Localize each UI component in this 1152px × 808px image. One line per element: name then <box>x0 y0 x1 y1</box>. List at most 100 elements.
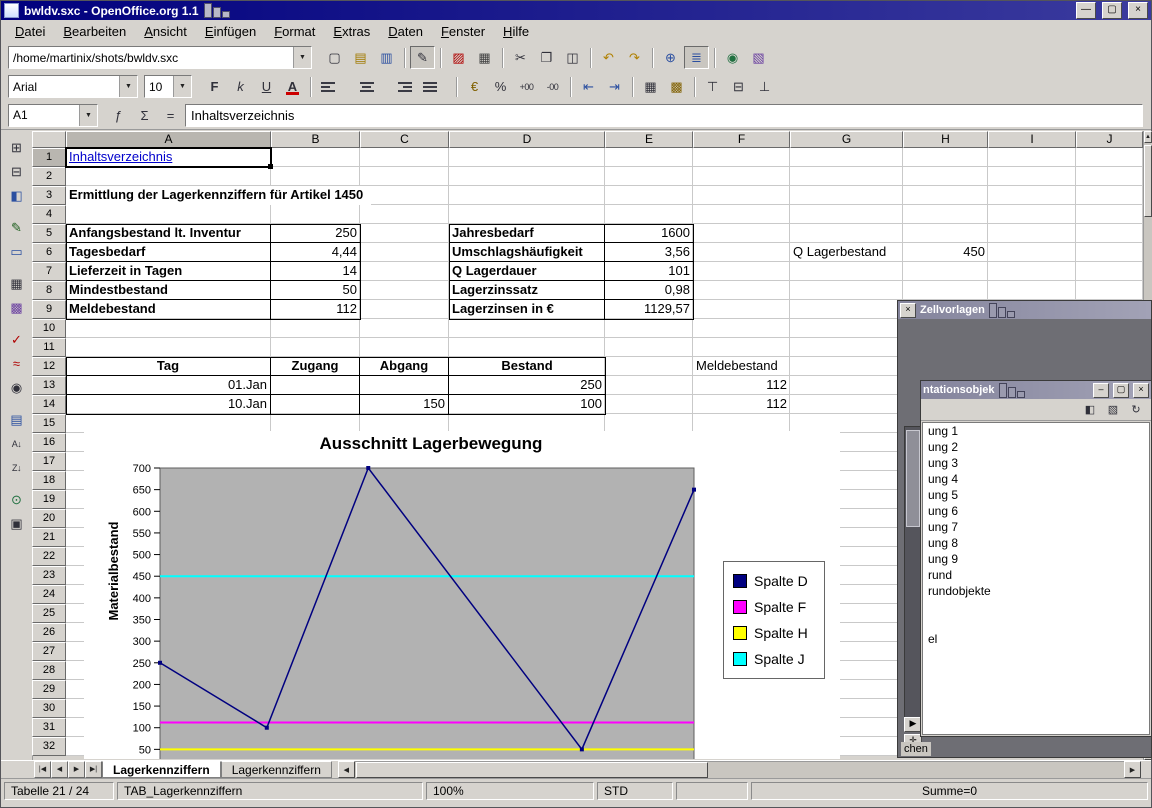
legend-label: Spalte F <box>754 599 806 615</box>
next-sheet-button[interactable]: ▶ <box>68 761 85 778</box>
style-item-3[interactable]: ung 3 <box>923 455 1149 471</box>
cell-A3[interactable]: Ermittlung der Lagerkennziffern für Arti… <box>66 186 371 205</box>
application-window: bwldv.sxc - OpenOffice.org 1.1 — ▢ × Dat… <box>0 0 1152 808</box>
cell-B9[interactable]: 112 <box>271 300 360 319</box>
cell-F14[interactable]: 112 <box>693 395 790 414</box>
sheet-tab-1[interactable]: Lagerkennziffern <box>102 761 221 778</box>
cell-E5[interactable]: 1600 <box>605 224 693 243</box>
cell-G6[interactable]: Q Lagerbestand <box>790 243 903 262</box>
presentation-styles-titlebar[interactable]: ntationsobjek – ▢ × <box>921 381 1151 399</box>
style-item-7[interactable]: ung 7 <box>923 519 1149 535</box>
horizontal-scrollbar-track[interactable] <box>355 761 1124 778</box>
chart-legend: Spalte DSpalte FSpalte HSpalte J <box>723 561 825 679</box>
styles-scrollbar-thumb[interactable] <box>906 430 920 527</box>
scroll-left-icon[interactable]: ◀ <box>338 761 355 778</box>
cell-A12[interactable]: Tag <box>66 357 271 376</box>
chart-object[interactable]: Ausschnitt Lagerbewegung Materialbestand… <box>84 431 840 759</box>
cell-C13[interactable] <box>360 376 449 395</box>
legend-swatch-icon <box>733 600 747 614</box>
style-item-4[interactable]: ung 4 <box>923 471 1149 487</box>
cell-B7[interactable]: 14 <box>271 262 360 281</box>
minimize-icon[interactable]: – <box>1093 383 1109 398</box>
vertical-scrollbar-thumb[interactable] <box>1144 145 1152 217</box>
svg-text:700: 700 <box>133 463 151 475</box>
cell-D13[interactable]: 250 <box>449 376 605 395</box>
fill-format-mode-icon[interactable]: ◧ <box>1079 400 1101 420</box>
cell-E7[interactable]: 101 <box>605 262 693 281</box>
last-sheet-button[interactable]: ▶| <box>85 761 102 778</box>
style-item-6[interactable]: ung 6 <box>923 503 1149 519</box>
previous-sheet-button[interactable]: ◀ <box>51 761 68 778</box>
zoom-level[interactable]: 100% <box>426 782 594 800</box>
cell-A13[interactable]: 01.Jan <box>66 376 271 395</box>
cell-B13[interactable] <box>271 376 360 395</box>
modified-flag <box>676 782 748 800</box>
legend-label: Spalte J <box>754 651 805 667</box>
status-bar: Tabelle 21 / 24TAB_Lagerkennziffern100%S… <box>1 778 1151 803</box>
insert-mode[interactable]: STD <box>597 782 673 800</box>
cell-F12[interactable]: Meldebestand <box>693 357 790 376</box>
cell-D14[interactable]: 100 <box>449 395 605 414</box>
bottom-tab-label: chen <box>901 742 931 756</box>
cell-A9[interactable]: Meldebestand <box>66 300 271 319</box>
style-item-11[interactable]: rundobjekte <box>923 583 1149 599</box>
maximize-icon[interactable]: ▢ <box>1113 383 1129 398</box>
svg-text:150: 150 <box>133 701 151 713</box>
cell-A8[interactable]: Mindestbestand <box>66 281 271 300</box>
legend-item: Spalte J <box>733 651 815 667</box>
style-item-10[interactable]: rund <box>923 567 1149 583</box>
cell-B12[interactable]: Zugang <box>271 357 360 376</box>
cell-B5[interactable]: 250 <box>271 224 360 243</box>
cell-styles-title: Zellvorlagen <box>920 304 985 316</box>
sheet-tab-2[interactable]: Lagerkennziffern <box>221 761 332 778</box>
cell-C14[interactable]: 150 <box>360 395 449 414</box>
cell-D12[interactable]: Bestand <box>449 357 605 376</box>
svg-text:300: 300 <box>133 636 151 648</box>
close-icon[interactable]: × <box>1133 383 1149 398</box>
style-item-14[interactable]: el <box>923 631 1149 647</box>
style-item-5[interactable]: ung 5 <box>923 487 1149 503</box>
cell-styles-titlebar[interactable]: × Zellvorlagen <box>898 301 1151 319</box>
style-item-9[interactable]: ung 9 <box>923 551 1149 567</box>
style-item-2[interactable]: ung 2 <box>923 439 1149 455</box>
sheet-tab-bar: |◀◀▶▶| LagerkennziffernLagerkennziffern … <box>1 760 1151 779</box>
cell-H6[interactable]: 450 <box>903 243 988 262</box>
window-decoration <box>989 303 1015 318</box>
cell-B6[interactable]: 4,44 <box>271 243 360 262</box>
cell-E9[interactable]: 1129,57 <box>605 300 693 319</box>
cell-F13[interactable]: 112 <box>693 376 790 395</box>
style-item-1[interactable]: ung 1 <box>923 423 1149 439</box>
horizontal-scrollbar-thumb[interactable] <box>356 762 708 778</box>
cell-E8[interactable]: 0,98 <box>605 281 693 300</box>
cell-B14[interactable] <box>271 395 360 414</box>
cell-A14[interactable]: 10.Jan <box>66 395 271 414</box>
cell-A7[interactable]: Lieferzeit in Tagen <box>66 262 271 281</box>
cell-A6[interactable]: Tagesbedarf <box>66 243 271 262</box>
update-style-icon[interactable]: ↻ <box>1125 400 1147 420</box>
cell-B8[interactable]: 50 <box>271 281 360 300</box>
scrollbar-corner <box>1141 761 1151 778</box>
cell-A5[interactable]: Anfangsbestand lt. Inventur <box>66 224 271 243</box>
close-icon[interactable]: × <box>900 303 916 318</box>
legend-swatch-icon <box>733 652 747 666</box>
cell-D5[interactable]: Jahresbedarf <box>449 224 605 243</box>
cell-E6[interactable]: 3,56 <box>605 243 693 262</box>
cell-D8[interactable]: Lagerzinssatz <box>449 281 605 300</box>
sheet-tabs: LagerkennziffernLagerkennziffern <box>102 761 332 778</box>
cell-D6[interactable]: Umschlagshäufigkeit <box>449 243 605 262</box>
cell-D9[interactable]: Lagerzinsen in € <box>449 300 605 319</box>
svg-text:350: 350 <box>133 615 151 627</box>
scroll-up-icon[interactable]: ▲ <box>1144 131 1152 143</box>
cell-C12[interactable]: Abgang <box>360 357 449 376</box>
style-list: ung 1ung 2ung 3ung 4ung 5ung 6ung 7ung 8… <box>922 422 1150 735</box>
first-sheet-button[interactable]: |◀ <box>34 761 51 778</box>
style-item-8[interactable]: ung 8 <box>923 535 1149 551</box>
horizontal-scrollbar[interactable]: ◀ ▶ <box>338 761 1151 778</box>
svg-text:500: 500 <box>133 550 151 562</box>
cell-D7[interactable]: Q Lagerdauer <box>449 262 605 281</box>
svg-text:650: 650 <box>133 485 151 497</box>
sheet-name: TAB_Lagerkennziffern <box>117 782 423 800</box>
selection-handle[interactable] <box>268 164 273 169</box>
new-style-from-selection-icon[interactable]: ▧ <box>1102 400 1124 420</box>
scroll-right-icon[interactable]: ▶ <box>1124 761 1141 778</box>
